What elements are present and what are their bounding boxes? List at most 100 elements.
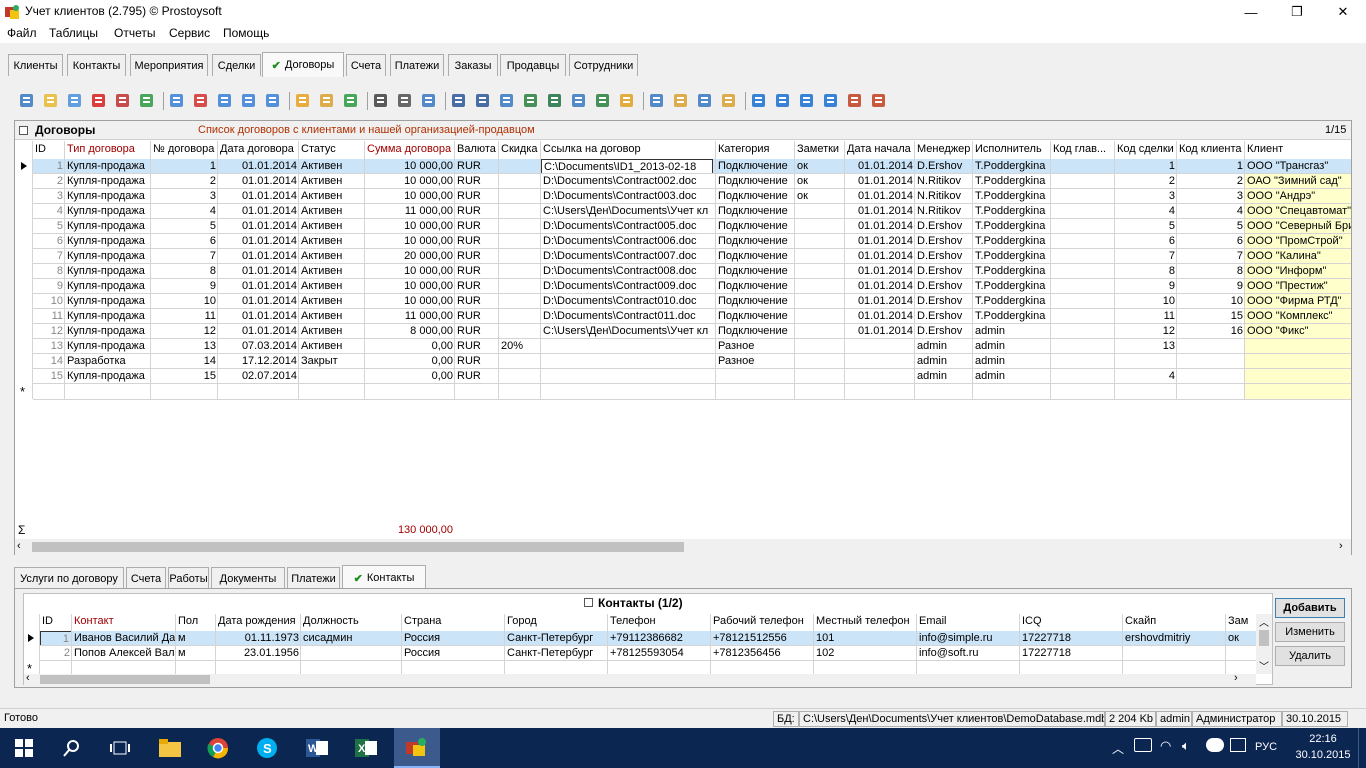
- table-cell[interactable]: 4: [1115, 204, 1177, 219]
- table-cell[interactable]: 6: [33, 234, 65, 249]
- table-cell[interactable]: [795, 309, 845, 324]
- table-cell[interactable]: 01.01.2014: [845, 219, 915, 234]
- preview-icon[interactable]: [420, 92, 437, 109]
- scroll-thumb[interactable]: [32, 542, 684, 552]
- table-cell[interactable]: Купля-продажа: [65, 174, 151, 189]
- table-cell[interactable]: 10 000,00: [365, 174, 455, 189]
- table-cell[interactable]: 6: [151, 234, 218, 249]
- table-cell[interactable]: ООО "Трансгаз": [1245, 159, 1351, 174]
- contacts-cell[interactable]: [301, 646, 402, 661]
- table-cell[interactable]: D:\Documents\Contract006.doc: [541, 234, 716, 249]
- table-cell[interactable]: 16: [1177, 324, 1245, 339]
- table-cell[interactable]: [1051, 174, 1115, 189]
- detail-tab[interactable]: ✔ Контакты: [342, 565, 426, 590]
- add-button[interactable]: Добавить: [1275, 598, 1345, 618]
- tab-contracts[interactable]: ✔ Договоры: [262, 52, 344, 77]
- table-cell[interactable]: [499, 249, 541, 264]
- table-cell[interactable]: 4: [1177, 204, 1245, 219]
- table-cell[interactable]: RUR: [455, 294, 499, 309]
- battery-icon[interactable]: [1134, 738, 1152, 752]
- table-cell[interactable]: [1177, 354, 1245, 369]
- table-cell[interactable]: [541, 354, 716, 369]
- contacts-cell[interactable]: м: [176, 646, 216, 661]
- table-cell[interactable]: 5: [1177, 219, 1245, 234]
- table-cell[interactable]: [1051, 204, 1115, 219]
- table-cell[interactable]: [1051, 219, 1115, 234]
- contract-doc-icon[interactable]: [846, 92, 863, 109]
- table-cell[interactable]: Разное: [716, 354, 795, 369]
- scroll-left-icon[interactable]: ‹: [17, 540, 21, 552]
- contacts-cell[interactable]: [1123, 646, 1226, 661]
- table-cell[interactable]: 01.01.2014: [845, 174, 915, 189]
- table-cell[interactable]: 8 000,00: [365, 324, 455, 339]
- table-cell[interactable]: T.Poddergkina: [973, 234, 1051, 249]
- contacts-cell[interactable]: 23.01.1956: [216, 646, 301, 661]
- table-cell[interactable]: 7: [1177, 249, 1245, 264]
- table-cell[interactable]: [1051, 249, 1115, 264]
- table-cell[interactable]: [1051, 294, 1115, 309]
- table-cell[interactable]: Активен: [299, 249, 365, 264]
- table-cell[interactable]: Купля-продажа: [65, 234, 151, 249]
- table-cell[interactable]: 17.12.2014: [218, 354, 299, 369]
- table-cell[interactable]: [499, 369, 541, 384]
- table-cell[interactable]: 01.01.2014: [218, 324, 299, 339]
- contacts-column-header[interactable]: Должность: [301, 614, 402, 629]
- contacts-column-header[interactable]: Зам: [1226, 614, 1260, 629]
- table-cell[interactable]: D.Ershov: [915, 294, 973, 309]
- file-explorer-icon[interactable]: [156, 734, 184, 762]
- column-header[interactable]: Валюта: [455, 142, 499, 157]
- contacts-cell[interactable]: 01.11.1973: [216, 631, 301, 646]
- contacts-cell[interactable]: Санкт-Петербург: [505, 646, 608, 661]
- tab-invoices[interactable]: Счета: [346, 54, 386, 76]
- menu-file[interactable]: Файл: [7, 26, 37, 40]
- table-cell[interactable]: 3: [1177, 189, 1245, 204]
- table-cell[interactable]: 10 000,00: [365, 264, 455, 279]
- table-cell[interactable]: [1115, 354, 1177, 369]
- table-cell[interactable]: [499, 354, 541, 369]
- table-cell[interactable]: ООО "Фирма РТД": [1245, 294, 1351, 309]
- table-cell[interactable]: 4: [1115, 369, 1177, 384]
- scroll-thumb[interactable]: [40, 675, 210, 684]
- onedrive-icon[interactable]: [1206, 738, 1224, 752]
- table-cell[interactable]: 10 000,00: [365, 279, 455, 294]
- table-cell[interactable]: 15: [33, 369, 65, 384]
- column-header[interactable]: Код клиента: [1177, 142, 1245, 157]
- scroll-right-icon[interactable]: ›: [1339, 540, 1343, 552]
- contacts-cell[interactable]: 17227718: [1020, 631, 1123, 646]
- table-cell[interactable]: 10: [151, 294, 218, 309]
- excel-icon[interactable]: X: [352, 734, 380, 762]
- chart-icon[interactable]: [618, 92, 635, 109]
- filter-clear-icon[interactable]: [192, 92, 209, 109]
- table-cell[interactable]: Купля-продажа: [65, 159, 151, 174]
- table-cell[interactable]: RUR: [455, 279, 499, 294]
- find-icon[interactable]: [372, 92, 389, 109]
- table-cell[interactable]: 01.01.2014: [845, 249, 915, 264]
- export-xml-icon[interactable]: [522, 92, 539, 109]
- table-cell[interactable]: 2: [1177, 174, 1245, 189]
- table-cell[interactable]: [1177, 369, 1245, 384]
- table-cell[interactable]: [1245, 354, 1351, 369]
- table-cell[interactable]: [1051, 309, 1115, 324]
- menu-reports[interactable]: Отчеты: [114, 26, 155, 40]
- table-cell[interactable]: 2: [151, 174, 218, 189]
- table-cell[interactable]: [716, 369, 795, 384]
- contacts-cell[interactable]: 1: [40, 631, 72, 646]
- last-record-icon[interactable]: [822, 92, 839, 109]
- table-cell[interactable]: ок: [795, 174, 845, 189]
- skype-icon[interactable]: S: [253, 734, 281, 762]
- menu-help[interactable]: Помощь: [223, 26, 269, 40]
- new-record-icon[interactable]: [18, 92, 35, 109]
- contacts-cell[interactable]: 101: [814, 631, 917, 646]
- table-cell[interactable]: [499, 204, 541, 219]
- table-cell[interactable]: admin: [973, 339, 1051, 354]
- contacts-cell[interactable]: info@simple.ru: [917, 631, 1020, 646]
- tab-deals[interactable]: Сделки: [212, 54, 261, 76]
- contacts-column-header[interactable]: ICQ: [1020, 614, 1123, 629]
- table-cell[interactable]: Купля-продажа: [65, 294, 151, 309]
- table-cell[interactable]: ООО "Престиж": [1245, 279, 1351, 294]
- wifi-icon[interactable]: ◠: [1160, 738, 1171, 754]
- scroll-right-icon[interactable]: ›: [1234, 672, 1238, 684]
- act-doc-icon[interactable]: [870, 92, 887, 109]
- table-cell[interactable]: T.Poddergkina: [973, 294, 1051, 309]
- column-header[interactable]: Скидка: [499, 142, 541, 157]
